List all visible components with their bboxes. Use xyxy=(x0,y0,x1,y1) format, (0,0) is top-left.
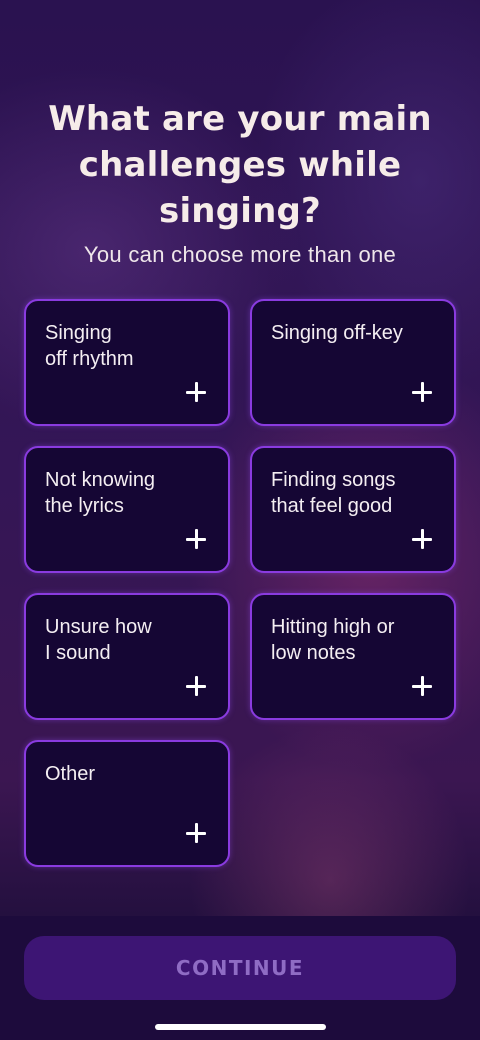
option-label: Singing off-key xyxy=(271,322,403,344)
option-label: Hitting high or low notes xyxy=(271,616,395,664)
plus-icon xyxy=(412,676,432,696)
option-label: Singing off rhythm xyxy=(45,322,134,370)
option-label: Finding songs that feel good xyxy=(271,469,396,517)
plus-icon xyxy=(186,529,206,549)
home-indicator xyxy=(155,1024,326,1030)
page-subtitle: You can choose more than one xyxy=(83,242,397,267)
plus-icon xyxy=(186,382,206,402)
option-card-unsure-how-i-sound[interactable]: Unsure how I sound xyxy=(24,593,230,720)
plus-icon xyxy=(186,676,206,696)
option-card-singing-off-key[interactable]: Singing off-key xyxy=(250,299,456,426)
page-title: What are your main challenges while sing… xyxy=(48,99,432,231)
option-card-singing-off-rhythm[interactable]: Singing off rhythm xyxy=(24,299,230,426)
option-label: Not knowing the lyrics xyxy=(45,469,156,517)
continue-button[interactable]: CONTINUE xyxy=(24,936,456,1000)
plus-icon xyxy=(186,823,206,843)
option-label: Unsure how I sound xyxy=(45,616,152,664)
plus-icon xyxy=(412,382,432,402)
option-card-other[interactable]: Other xyxy=(24,740,230,867)
options-grid: Singing off rhythm Singing off-key Not k… xyxy=(24,299,456,867)
option-card-high-low-notes[interactable]: Hitting high or low notes xyxy=(250,593,456,720)
option-label: Other xyxy=(45,763,96,785)
plus-icon xyxy=(412,529,432,549)
option-card-not-knowing-lyrics[interactable]: Not knowing the lyrics xyxy=(24,446,230,573)
option-card-finding-songs[interactable]: Finding songs that feel good xyxy=(250,446,456,573)
